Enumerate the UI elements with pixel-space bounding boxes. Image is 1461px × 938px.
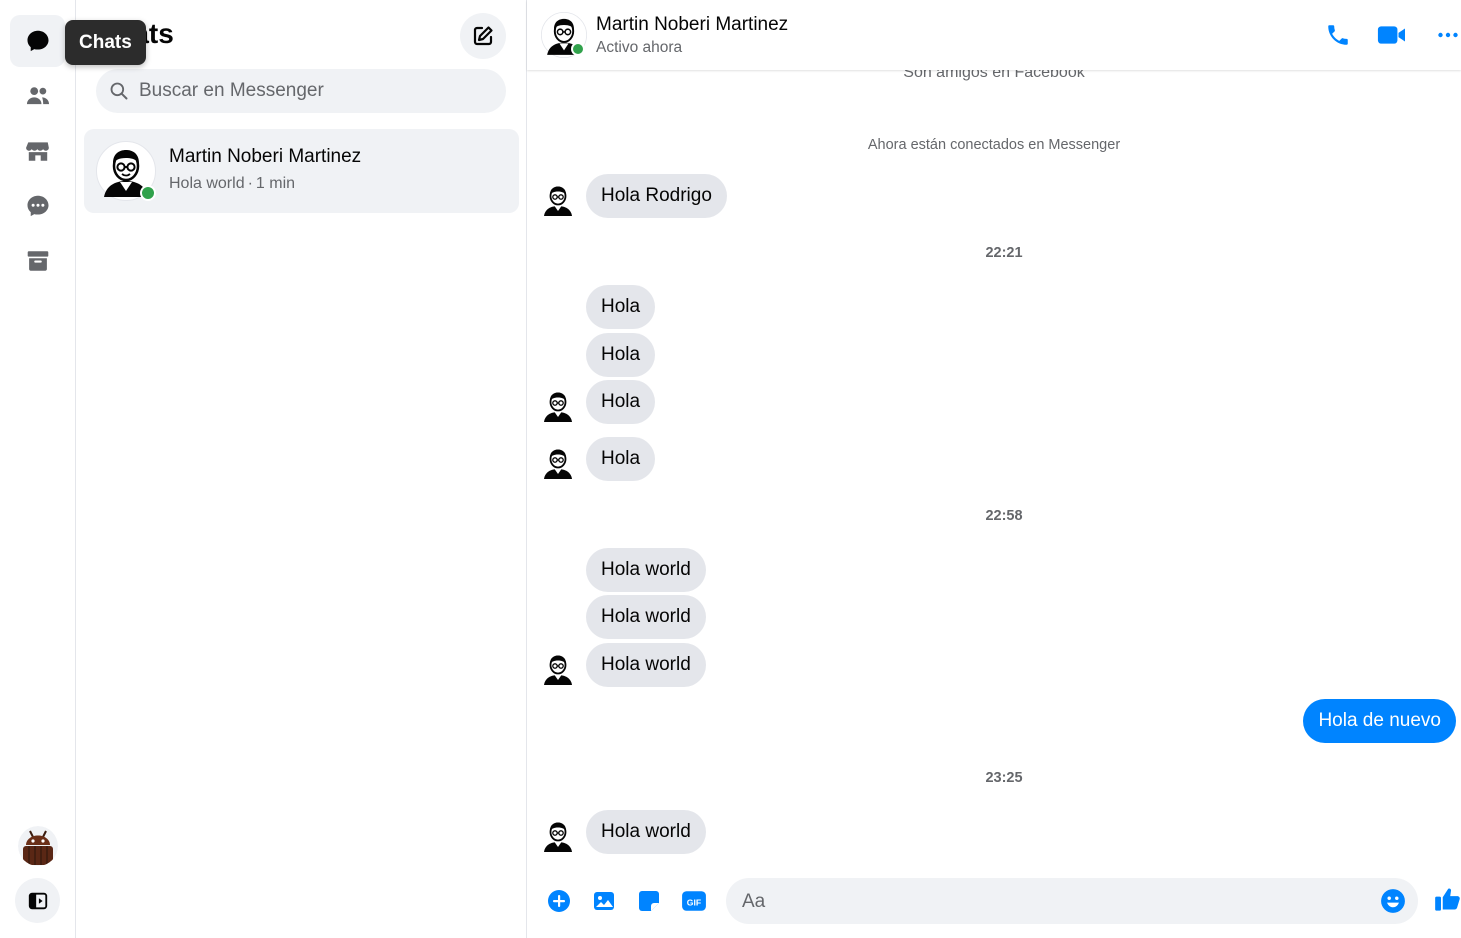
sender-avatar — [543, 391, 573, 422]
photo-icon — [594, 892, 614, 910]
message-bubble: Hola — [586, 285, 656, 329]
message-requests-icon — [26, 195, 49, 217]
message-bubble: Hola — [586, 333, 656, 377]
search-bar — [96, 69, 506, 113]
android-avatar-icon — [18, 826, 58, 866]
rail-people-button[interactable] — [10, 70, 65, 122]
sticker-icon — [639, 891, 659, 911]
sent-message-bubble: Hola de nuevo — [1303, 699, 1456, 743]
contact-status: Activo ahora — [596, 39, 683, 56]
last-message-time: 1 min — [255, 175, 296, 192]
search-icon — [110, 82, 128, 100]
like-icon — [1435, 888, 1460, 911]
more-options-button[interactable] — [1431, 18, 1461, 52]
last-message: Hola world — [169, 175, 245, 192]
conversation-header: Martin Noberi Martinez Activo ahora — [527, 0, 1461, 70]
new-message-button[interactable] — [460, 13, 506, 59]
conversation-item[interactable]: Martin Noberi Martinez Hola world · 1 min — [84, 129, 519, 213]
sidebar-toggle-icon — [28, 892, 47, 909]
rail-archived-button[interactable] — [10, 235, 65, 287]
rail-requests-button[interactable] — [10, 180, 65, 232]
conversation-name: Martin Noberi Martinez — [169, 146, 362, 167]
message-composer: GIF — [527, 870, 1461, 934]
gif-icon: GIF — [682, 891, 706, 911]
contact-avatar — [96, 141, 156, 201]
message-bubble: Hola Rodrigo — [586, 174, 727, 218]
chats-tooltip: Chats — [65, 20, 146, 65]
video-call-button[interactable] — [1375, 18, 1409, 52]
chat-bubble-icon — [26, 30, 49, 52]
message-bubble: Hola — [586, 437, 656, 481]
rail-chats-button[interactable] — [10, 15, 65, 67]
message-bubble: Hola — [586, 380, 656, 424]
message-input[interactable] — [740, 878, 1364, 926]
nav-rail: Chats — [0, 0, 146, 938]
message-bubble: Hola world — [586, 810, 706, 854]
message-bubble: Hola world — [586, 548, 706, 592]
gif-button[interactable]: GIF — [679, 886, 709, 916]
timestamp: 22:21 — [985, 245, 1023, 261]
svg-text:GIF: GIF — [687, 897, 701, 907]
emoji-icon[interactable] — [1380, 888, 1406, 914]
timestamp: 23:25 — [985, 770, 1023, 786]
conversation-panel: Martin Noberi Martinez Activo ahora Son … — [527, 0, 1461, 938]
more-actions-button[interactable] — [544, 886, 574, 916]
sticker-button[interactable] — [634, 886, 664, 916]
contact-name[interactable]: Martin Noberi Martinez — [596, 14, 788, 36]
sender-avatar — [543, 654, 573, 685]
sender-avatar — [543, 821, 573, 852]
sender-avatar — [543, 185, 573, 216]
message-input-box — [726, 878, 1418, 926]
plus-icon — [548, 890, 570, 912]
send-like-button[interactable] — [1433, 884, 1461, 914]
message-bubble: Hola world — [586, 643, 706, 687]
connected-notice: Ahora están conectados en Messenger — [867, 137, 1121, 153]
phone-icon — [1328, 25, 1348, 45]
attach-photo-button[interactable] — [589, 886, 619, 916]
archive-icon — [27, 251, 48, 271]
sender-avatar — [543, 448, 573, 479]
profile-avatar[interactable] — [18, 826, 58, 866]
header-avatar[interactable] — [541, 12, 587, 58]
message-bubble: Hola world — [586, 595, 706, 639]
voice-call-button[interactable] — [1321, 18, 1355, 52]
conversation-preview: Hola world · 1 min — [169, 175, 296, 192]
people-icon — [26, 87, 49, 105]
online-indicator — [571, 42, 585, 56]
toggle-sidebar-button[interactable] — [15, 878, 60, 923]
timestamp: 22:58 — [985, 508, 1023, 524]
online-indicator — [140, 185, 156, 201]
rail-marketplace-button[interactable] — [10, 125, 65, 177]
store-icon — [25, 142, 49, 161]
compose-icon — [473, 26, 493, 46]
more-dots-icon — [1438, 32, 1458, 38]
search-input[interactable] — [137, 79, 481, 103]
chat-list-panel: Chats Martin No — [76, 0, 527, 938]
video-camera-icon — [1377, 26, 1405, 44]
